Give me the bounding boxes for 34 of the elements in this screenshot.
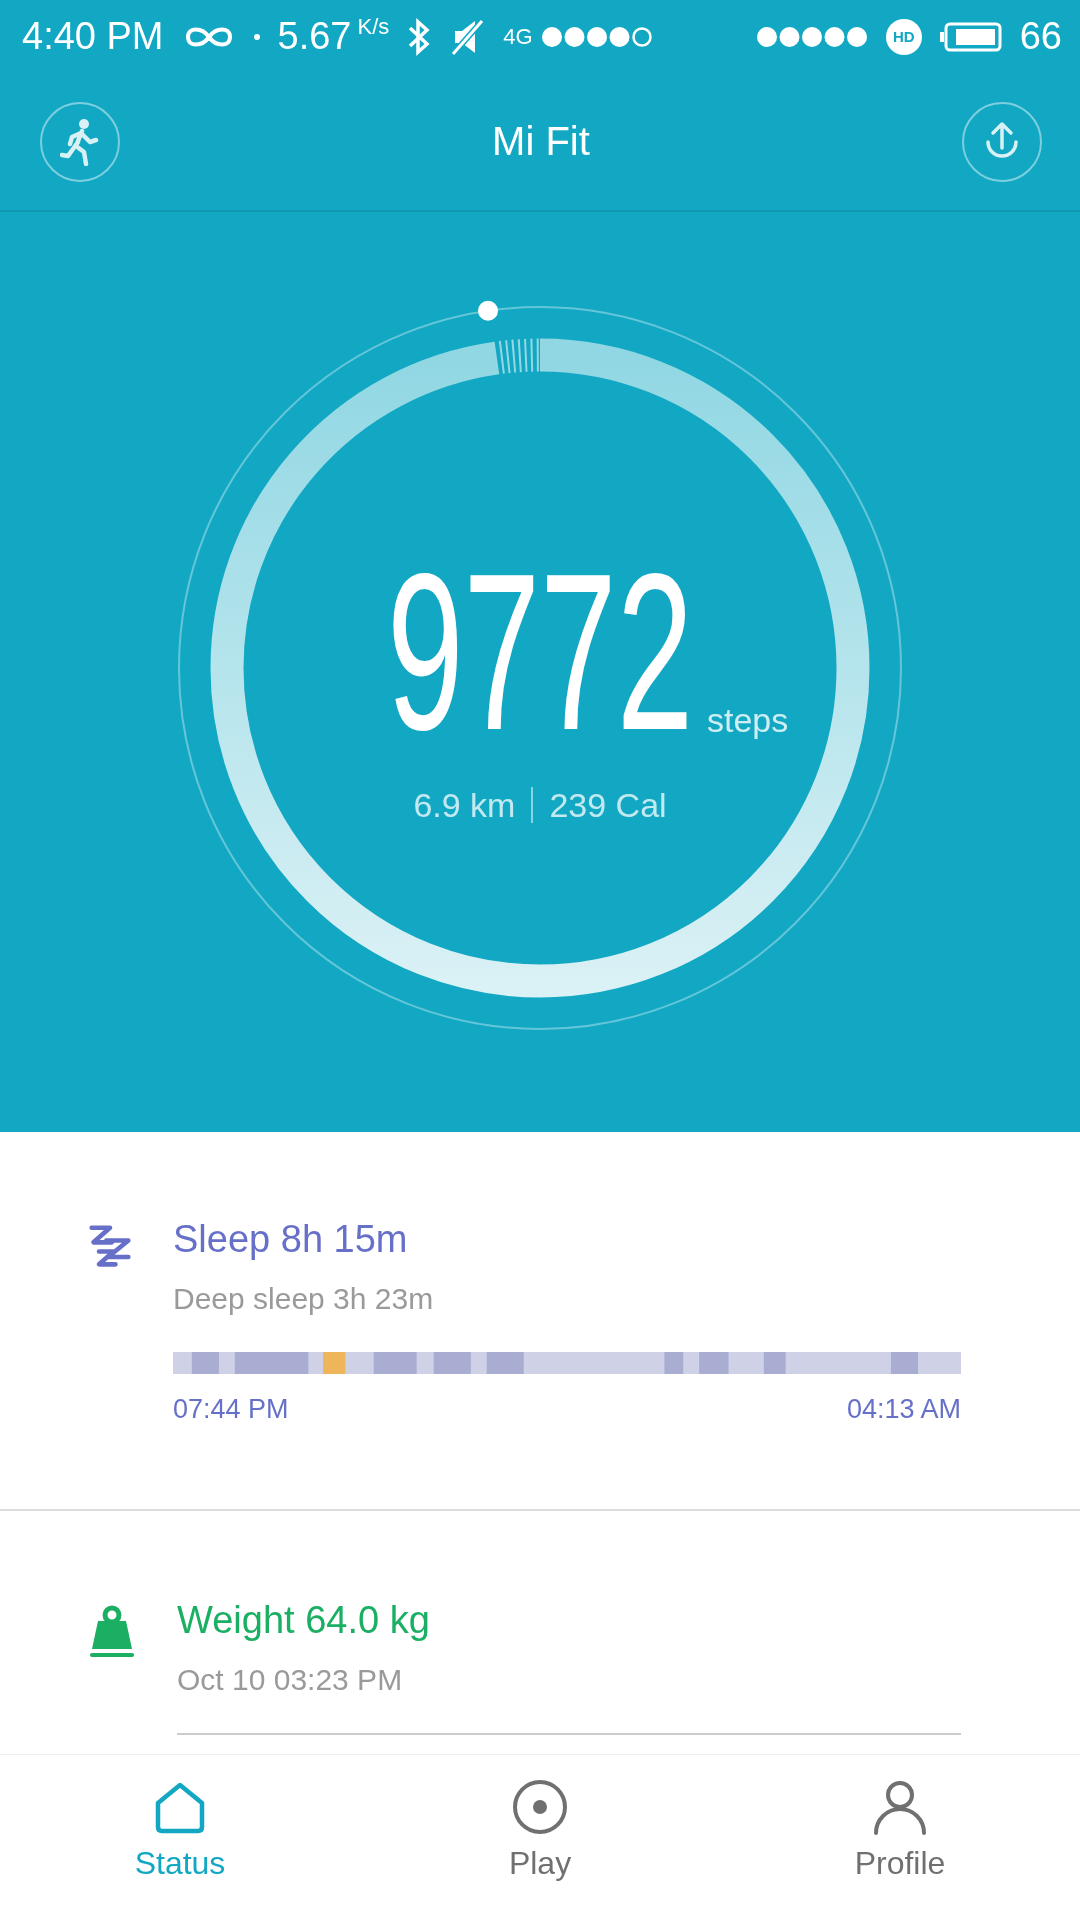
calories: 239 Cal	[549, 785, 667, 825]
dot-icon	[253, 33, 260, 40]
step-count: 9772	[387, 551, 694, 752]
battery-level: 66	[1019, 15, 1062, 58]
mute-icon	[449, 17, 486, 56]
nav-tab[interactable]: Status	[0, 1755, 360, 1920]
network-speed: 5.67	[277, 15, 352, 58]
remaining-stripes	[492, 338, 541, 375]
weight-date: Oct 10 03:23 PM	[177, 1663, 404, 1697]
hd-badge: HD	[885, 18, 922, 55]
deep-sleep: Deep sleep 3h 23m	[173, 1282, 435, 1316]
bluetooth-icon	[407, 17, 432, 56]
signal-icon	[540, 25, 653, 48]
nav-tab[interactable]: Profile	[720, 1755, 1080, 1920]
battery-icon	[939, 21, 1002, 52]
app-title: Mi Fit	[492, 119, 590, 164]
status-time: 4:40 PM	[22, 15, 164, 58]
sleep-title: Sleep 8h 15m	[173, 1217, 409, 1262]
sleep-start: 07:44 PM	[173, 1394, 289, 1425]
steps-unit: steps	[707, 700, 789, 740]
distance: 6.9 km	[413, 785, 516, 825]
signal-icon	[755, 25, 868, 48]
sleep-icon	[88, 1222, 132, 1270]
sleep-end: 04:13 AM	[846, 1394, 961, 1425]
network-type: 4G	[503, 23, 533, 50]
upload-button[interactable]	[962, 101, 1042, 182]
weight-icon	[88, 1603, 136, 1659]
weight-title: Weight 64.0 kg	[177, 1598, 431, 1643]
target-icon	[512, 1779, 568, 1835]
person-icon	[872, 1779, 928, 1835]
nav-tab[interactable]: Play	[360, 1755, 720, 1920]
speed-unit: K/s	[357, 14, 390, 40]
running-button[interactable]	[40, 101, 120, 182]
runner-icon	[60, 117, 100, 166]
